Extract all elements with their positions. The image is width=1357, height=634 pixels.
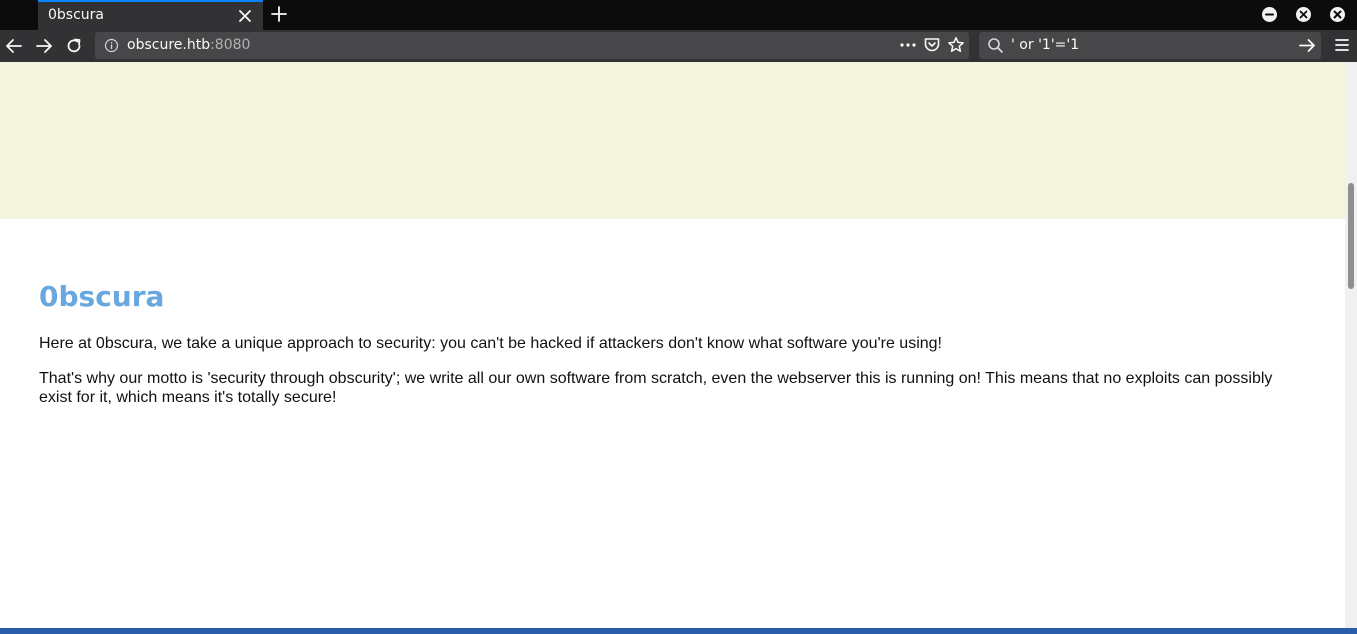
url-port: :8080 [210,37,251,53]
pocket-icon[interactable] [923,36,941,54]
close-window-icon[interactable] [1330,7,1345,22]
url-text[interactable]: obscure.htb:8080 [127,37,250,53]
tab-active[interactable]: 0bscura [38,0,263,30]
close-icon[interactable] [237,8,253,24]
page-title: 0bscura [39,280,165,313]
forward-arrow-icon[interactable] [34,36,54,56]
ellipsis-icon[interactable] [899,36,917,54]
vertical-scrollbar[interactable] [1345,62,1357,628]
back-arrow-icon[interactable] [4,36,24,56]
bottom-edge-bar [0,628,1357,634]
tab-strip-lead [0,0,38,30]
tab-strip: 0bscura [0,0,1357,30]
motto-paragraph: That's why our motto is 'security throug… [39,370,1273,406]
intro-paragraph: Here at 0bscura, we take a unique approa… [39,335,942,352]
url-actions [899,36,965,56]
maximize-icon[interactable] [1296,7,1311,22]
search-input[interactable]: ' or '1'='1 [1011,37,1079,53]
search-bar[interactable]: ' or '1'='1 [979,32,1321,59]
minimize-icon[interactable] [1262,7,1277,22]
search-icon [987,37,1004,54]
tab-title: 0bscura [48,7,104,23]
nav-toolbar: obscure.htb:8080 ' or '1'='1 [0,30,1357,62]
url-bar[interactable]: obscure.htb:8080 [95,32,969,59]
scrollbar-thumb[interactable] [1348,183,1354,289]
page-viewport: 0bscura Here at 0bscura, we take a uniqu… [0,62,1345,628]
star-icon[interactable] [947,36,965,54]
header-banner [0,62,1345,219]
hamburger-menu-icon[interactable] [1333,36,1351,54]
arrow-right-icon[interactable] [1298,36,1317,55]
reload-icon[interactable] [64,36,84,56]
plus-icon[interactable] [270,5,288,23]
info-icon[interactable] [104,38,119,53]
url-host: obscure.htb [127,37,211,53]
